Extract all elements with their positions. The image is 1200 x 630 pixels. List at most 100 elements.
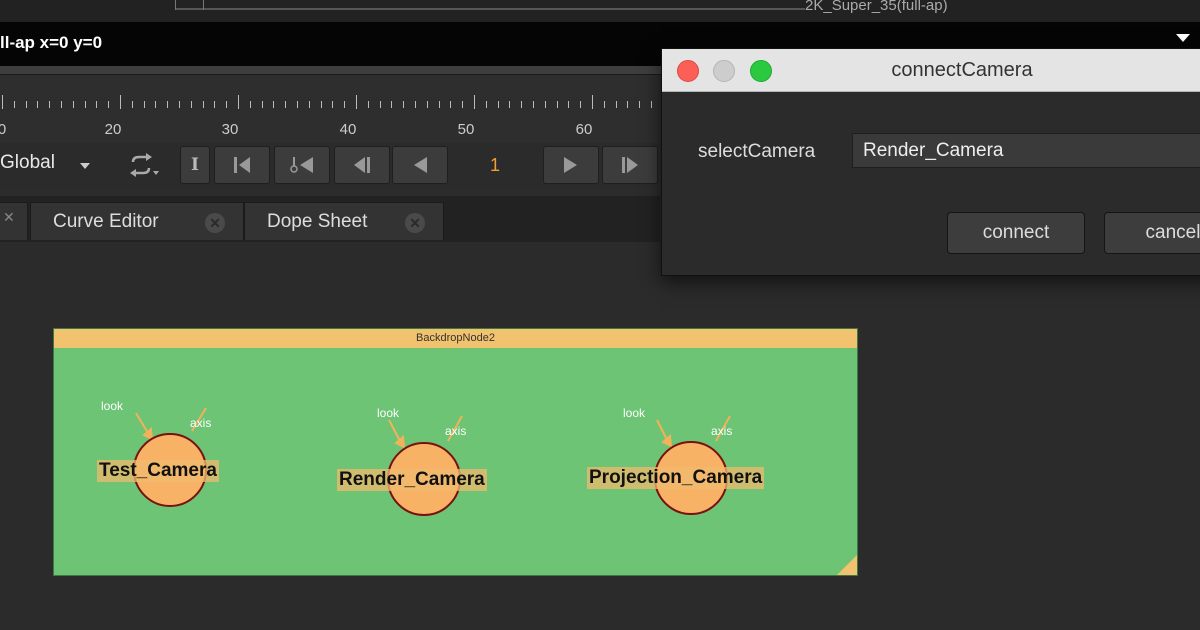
timeline-tick (332, 101, 334, 108)
tab-dope-sheet[interactable]: Dope Sheet ✕ (244, 202, 444, 240)
axis-input-label: axis (190, 416, 212, 430)
look-input-label: look (623, 406, 646, 420)
timeline-tick (651, 101, 652, 108)
cancel-button[interactable]: cancel (1104, 212, 1200, 254)
chevron-down-icon[interactable] (1176, 34, 1190, 42)
frame-range-mode-select[interactable]: Global (0, 152, 55, 174)
close-icon[interactable]: ✕ (3, 209, 15, 226)
timeline-tick (273, 101, 275, 108)
timeline-tick (533, 101, 534, 108)
timeline-tick (61, 101, 62, 108)
timeline-tick (190, 101, 192, 108)
timeline-tick (544, 101, 546, 108)
timeline-tick (131, 101, 133, 108)
timeline-tick (438, 101, 440, 108)
next-frame-button[interactable] (602, 146, 658, 184)
tab-label: Curve Editor (53, 210, 159, 232)
in-point-label: I (191, 155, 199, 175)
close-icon[interactable]: ✕ (205, 213, 225, 233)
camera-select[interactable]: Render_Camera (852, 133, 1200, 168)
timeline-ruler[interactable]: 0 20 30 40 50 60 (0, 75, 660, 143)
timeline-tick (415, 101, 416, 108)
current-frame-field[interactable]: 1 (450, 146, 540, 184)
tab-hidden[interactable]: ✕ (0, 202, 28, 240)
loop-icon (130, 153, 159, 177)
close-icon[interactable]: ✕ (405, 213, 425, 233)
dialog-title-bar[interactable]: connectCamera (662, 49, 1200, 92)
backdrop-node[interactable]: BackdropNode2 look axis Test_Camera look… (53, 328, 858, 576)
skip-to-start-icon (234, 157, 250, 173)
step-forward-icon (622, 157, 638, 173)
node-graph-canvas[interactable]: BackdropNode2 look axis Test_Camera look… (0, 242, 1200, 630)
viewer-info-text: ll-ap x=0 y=0 (0, 33, 103, 52)
timeline-tick (72, 101, 74, 108)
loop-mode-button[interactable] (118, 146, 170, 184)
axis-input-label: axis (711, 424, 733, 438)
in-point-button[interactable]: I (180, 146, 210, 184)
dialog-title: connectCamera (891, 59, 1033, 81)
select-camera-label: selectCamera (698, 141, 816, 162)
slider-tick (175, 0, 176, 10)
timeline-tick (25, 101, 27, 108)
timeline-tick (485, 101, 487, 108)
timeline-tick (580, 101, 582, 108)
look-input-label: look (101, 399, 124, 413)
timeline-tick (2, 95, 3, 109)
timeline-tick (179, 101, 180, 108)
axis-input-label: axis (445, 424, 467, 438)
slider-tick (203, 0, 204, 10)
format-label: 2K_Super_35(full-ap) (805, 0, 948, 14)
timeline-label: 20 (104, 121, 122, 138)
chevron-down-icon[interactable] (80, 163, 90, 169)
timeline-tick (226, 101, 228, 108)
timeline-tick (639, 101, 641, 108)
timeline-tick (497, 101, 499, 108)
timeline-tick (249, 101, 251, 108)
timeline-tick (344, 101, 346, 108)
timeline-tick (49, 101, 51, 108)
play-forward-button[interactable] (543, 146, 599, 184)
connect-button[interactable]: connect (947, 212, 1085, 254)
timeline-tick (509, 101, 511, 108)
timeline-tick (603, 101, 605, 108)
timeline-tick (285, 101, 287, 108)
timeline-tick (592, 95, 593, 109)
panel-tab-bar: ✕ Curve Editor ✕ Dope Sheet ✕ (0, 196, 660, 242)
timeline-tick (462, 101, 464, 108)
timeline-label: 50 (457, 121, 475, 138)
step-back-icon (354, 157, 370, 173)
previous-keyframe-button[interactable] (274, 146, 330, 184)
camera-node-label: Projection_Camera (587, 467, 765, 489)
top-strip: 2K_Super_35(full-ap) (0, 0, 1200, 23)
timeline-label: 60 (575, 121, 593, 138)
transport-bar: Global I 1 (0, 143, 660, 188)
play-backward-icon (414, 157, 427, 173)
timeline-tick (356, 95, 357, 109)
timeline-tick (308, 101, 310, 108)
range-slider[interactable] (175, 8, 805, 10)
timeline-tick (84, 101, 86, 108)
timeline-tick (261, 101, 263, 108)
previous-frame-button[interactable] (334, 146, 390, 184)
timeline-tick (627, 101, 629, 108)
play-icon (564, 157, 577, 173)
timeline-tick (167, 101, 169, 108)
timeline-tick (37, 101, 39, 108)
timeline-tick (108, 101, 110, 108)
timeline-tick (568, 101, 570, 108)
timeline-tick (474, 95, 475, 109)
timeline-tick (214, 101, 216, 108)
timeline-tick (403, 101, 405, 108)
timeline-tick (202, 101, 204, 108)
timeline-tick (320, 101, 322, 108)
first-frame-button[interactable] (214, 146, 270, 184)
tab-curve-editor[interactable]: Curve Editor ✕ (30, 202, 244, 240)
timeline-tick (391, 101, 393, 108)
timeline-tick (379, 101, 381, 108)
timeline-label: 40 (339, 121, 357, 138)
camera-node-label: Render_Camera (337, 469, 487, 491)
timeline-tick (143, 101, 145, 108)
tab-label: Dope Sheet (267, 210, 368, 232)
play-backward-button[interactable] (392, 146, 448, 184)
timeline-tick (13, 101, 15, 108)
